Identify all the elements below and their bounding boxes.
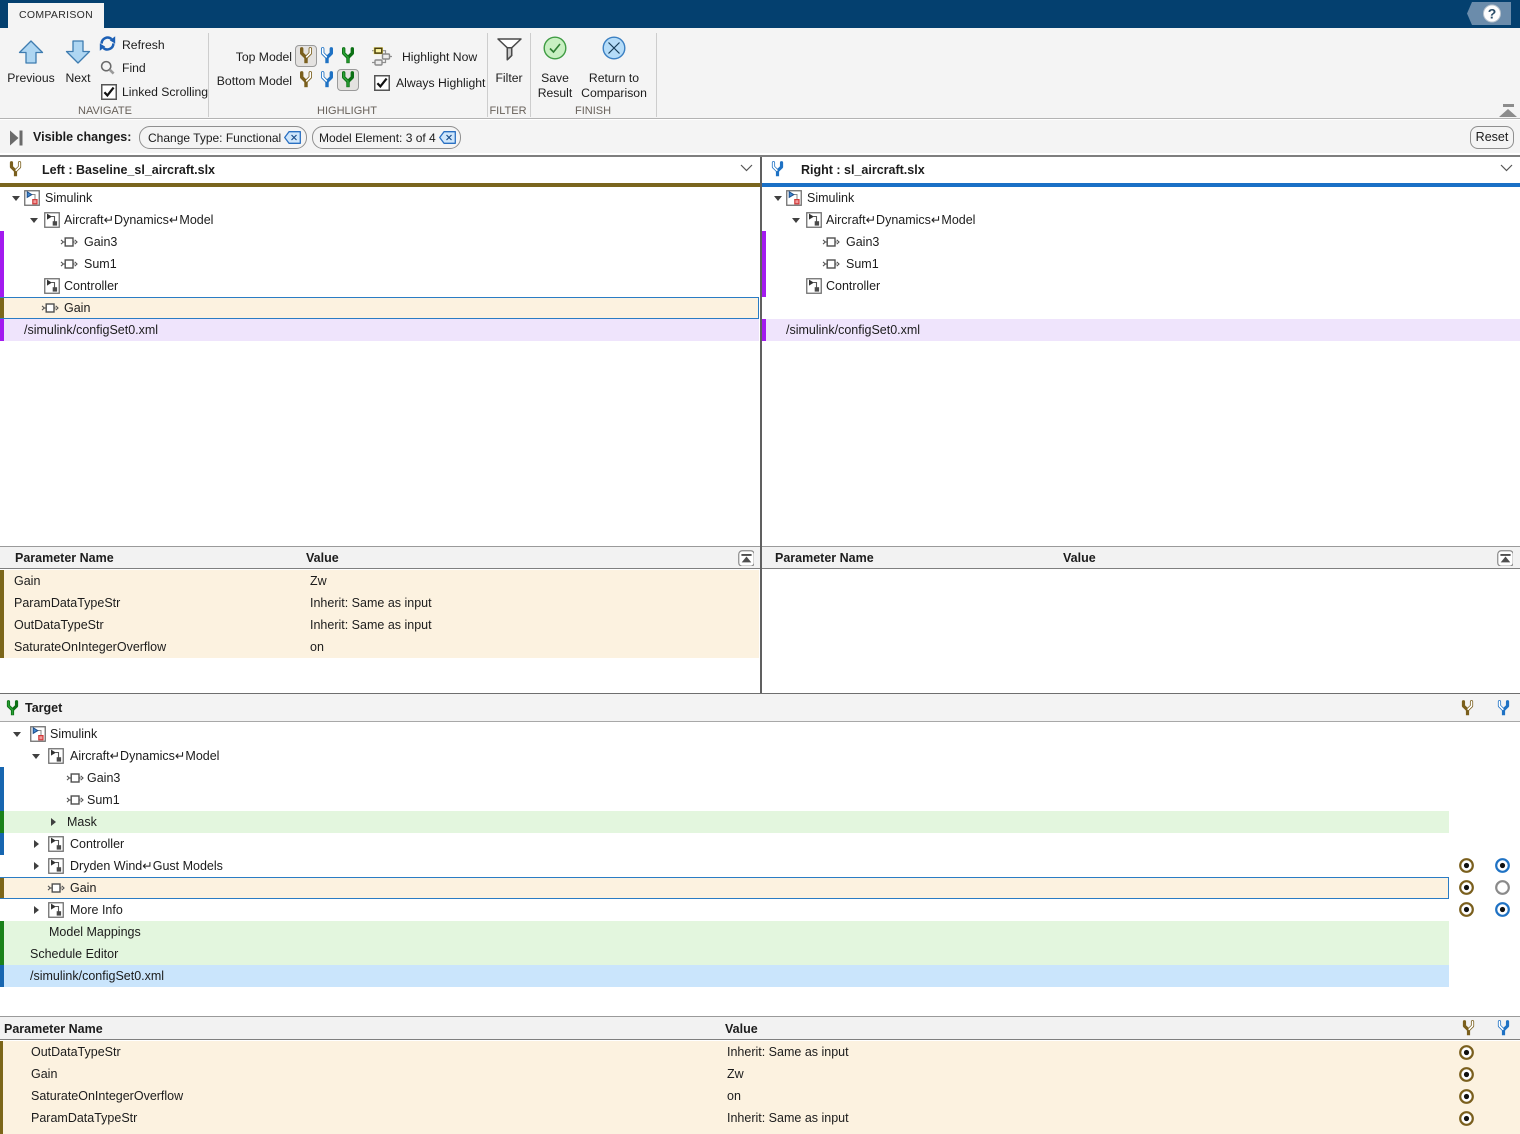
svg-text:?: ? xyxy=(1488,6,1497,22)
